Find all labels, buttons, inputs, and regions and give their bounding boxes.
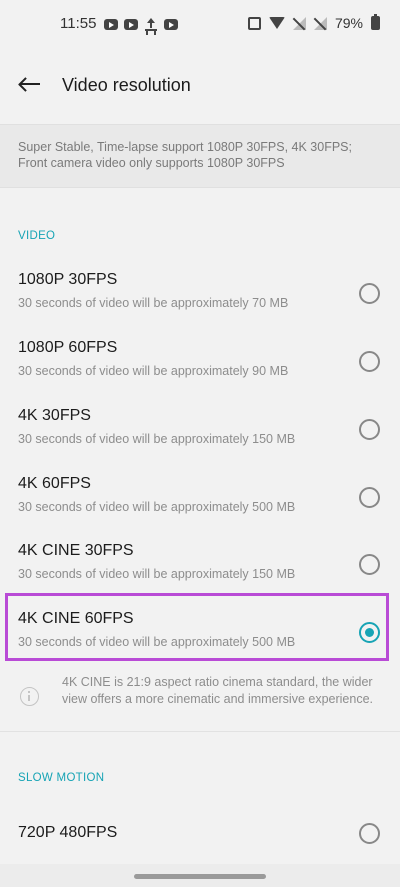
info-banner-text: Super Stable, Time-lapse support 1080P 3… <box>18 140 352 170</box>
no-signal-icon <box>292 16 306 30</box>
section-divider <box>0 731 400 732</box>
option-4k-cine-60fps[interactable]: 4K CINE 60FPS 30 seconds of video will b… <box>0 600 400 668</box>
radio-button[interactable] <box>359 419 380 440</box>
option-description: 30 seconds of video will be approximatel… <box>18 432 296 446</box>
wifi-icon <box>268 17 285 29</box>
cine-info-note: 4K CINE is 21:9 aspect ratio cinema stan… <box>0 666 400 730</box>
upload-icon <box>144 17 158 31</box>
youtube-icon <box>104 18 118 30</box>
radio-button[interactable] <box>359 283 380 304</box>
app-bar: Video resolution <box>0 44 400 124</box>
info-banner: Super Stable, Time-lapse support 1080P 3… <box>0 124 400 188</box>
option-720p-480fps[interactable]: 720P 480FPS <box>0 810 400 858</box>
radio-button-selected[interactable] <box>359 622 380 643</box>
option-description: 30 seconds of video will be approximatel… <box>18 567 296 581</box>
battery-icon <box>371 14 380 30</box>
no-signal-icon <box>313 16 327 30</box>
option-name: 4K CINE 30FPS <box>18 542 134 559</box>
home-indicator[interactable] <box>134 874 266 879</box>
screen: 11:55 79% Video resolution Super Stable,… <box>0 0 400 887</box>
system-icons: 79% <box>247 14 380 31</box>
option-4k-30fps[interactable]: 4K 30FPS 30 seconds of video will be app… <box>0 397 400 465</box>
option-description: 30 seconds of video will be approximatel… <box>18 635 296 649</box>
nfc-icon <box>247 16 261 30</box>
option-name: 720P 480FPS <box>18 824 118 841</box>
youtube-icon <box>124 18 138 30</box>
radio-button[interactable] <box>359 487 380 508</box>
section-label-video: VIDEO <box>18 230 56 242</box>
option-4k-cine-30fps[interactable]: 4K CINE 30FPS 30 seconds of video will b… <box>0 532 400 600</box>
option-name: 4K 60FPS <box>18 475 91 492</box>
info-icon <box>20 687 39 706</box>
option-4k-60fps[interactable]: 4K 60FPS 30 seconds of video will be app… <box>0 465 400 533</box>
notification-icons <box>104 17 178 31</box>
radio-button[interactable] <box>359 823 380 844</box>
battery-percent: 79% <box>334 15 363 31</box>
radio-button[interactable] <box>359 351 380 372</box>
option-name: 1080P 30FPS <box>18 271 118 288</box>
radio-button[interactable] <box>359 554 380 575</box>
back-arrow-icon[interactable] <box>18 72 42 96</box>
option-description: 30 seconds of video will be approximatel… <box>18 364 289 378</box>
cine-info-text: 4K CINE is 21:9 aspect ratio cinema stan… <box>62 675 374 706</box>
option-name: 4K 30FPS <box>18 407 91 424</box>
option-1080p-60fps[interactable]: 1080P 60FPS 30 seconds of video will be … <box>0 329 400 397</box>
youtube-icon <box>164 18 178 30</box>
option-description: 30 seconds of video will be approximatel… <box>18 296 289 310</box>
page-title: Video resolution <box>62 75 191 95</box>
status-bar: 11:55 79% <box>0 0 400 44</box>
option-1080p-30fps[interactable]: 1080P 30FPS 30 seconds of video will be … <box>0 261 400 329</box>
option-name: 1080P 60FPS <box>18 339 118 356</box>
section-label-slow-motion: SLOW MOTION <box>18 772 105 784</box>
status-time: 11:55 <box>60 15 97 32</box>
option-name: 4K CINE 60FPS <box>18 610 134 627</box>
option-description: 30 seconds of video will be approximatel… <box>18 500 296 514</box>
